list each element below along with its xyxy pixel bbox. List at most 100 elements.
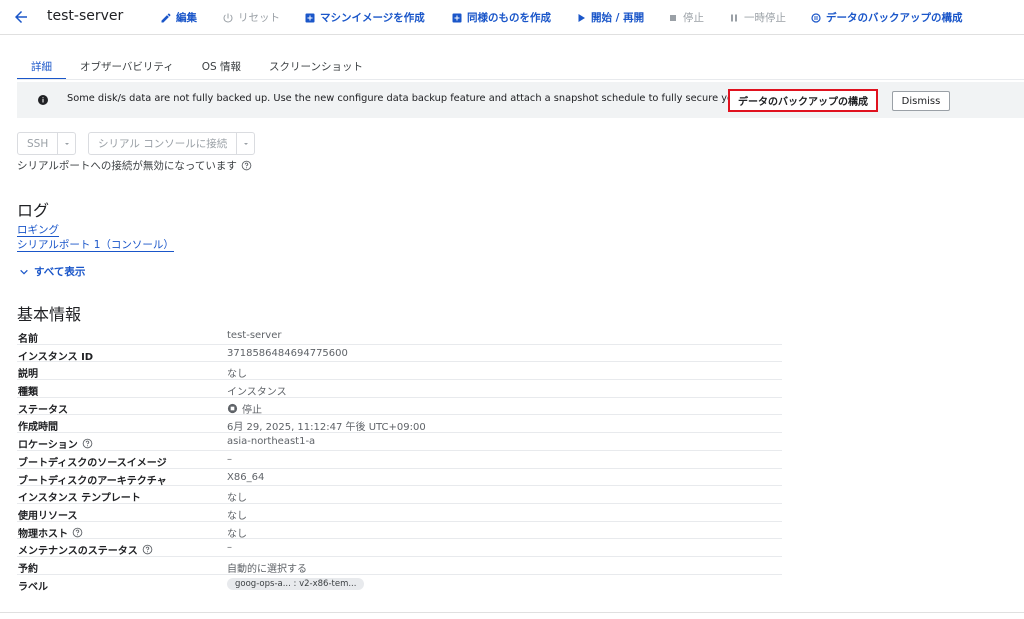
row-value: 6月 29, 2025, 11:12:47 午後 UTC+09:00: [227, 422, 426, 434]
start-resume-label: 開始 / 再開: [591, 12, 645, 24]
chevron-down-icon: [20, 269, 28, 275]
serial-port-1-link[interactable]: シリアルポート 1（コンソール）: [17, 239, 174, 252]
table-row: 作成時間 6月 29, 2025, 11:12:47 午後 UTC+09:00: [17, 415, 782, 433]
banner-message: Some disk/s data are not fully backed up…: [67, 93, 772, 104]
suspend-button[interactable]: 一時停止: [728, 10, 786, 25]
row-key: ブートディスクのアーキテクチャ: [18, 475, 167, 487]
banner-configure-backup-button[interactable]: データのバックアップの構成: [728, 89, 878, 112]
row-key: 名前: [18, 334, 38, 345]
status-text: 停止: [242, 404, 262, 416]
logging-link[interactable]: ロギング: [17, 224, 59, 237]
table-row: インスタンス ID 3718586484694775600: [17, 345, 782, 363]
row-key-with-help: 物理ホスト: [18, 525, 83, 540]
row-value: なし: [227, 493, 247, 505]
row-key: インスタンス テンプレート: [18, 493, 141, 505]
configure-backup-button[interactable]: データのバックアップの構成: [810, 10, 963, 25]
stop-button[interactable]: 停止: [667, 10, 704, 25]
power-icon: [223, 13, 233, 23]
row-value: なし: [227, 528, 247, 540]
table-row: ブートディスクのソースイメージ –: [17, 451, 782, 469]
add-box-icon: [305, 13, 315, 22]
detail-tabs: 詳細 オブザーバビリティ OS 情報 スクリーンショット: [17, 55, 377, 80]
add-box-icon: [452, 13, 462, 22]
row-value-status: 停止: [227, 401, 262, 416]
table-row: メンテナンスのステータス –: [17, 539, 782, 557]
row-value: –: [227, 542, 232, 554]
table-row: ステータス 停止: [17, 398, 782, 416]
row-key-text: ロケーション: [18, 440, 78, 452]
edit-button-label: 編集: [176, 12, 197, 24]
reset-button-label: リセット: [238, 12, 280, 24]
show-all-toggle[interactable]: すべて表示: [19, 264, 85, 279]
table-row: 名前 test-server: [17, 327, 782, 345]
table-row: 予約 自動的に選択する: [17, 557, 782, 575]
help-icon[interactable]: [241, 160, 252, 171]
row-value: なし: [227, 510, 247, 522]
serial-port-note-text: シリアルポートへの接続が無効になっています: [17, 160, 237, 172]
caret-down-icon: [64, 142, 69, 145]
show-all-label: すべて表示: [34, 266, 86, 278]
row-key: ステータス: [18, 404, 68, 416]
table-row: 物理ホスト なし: [17, 522, 782, 540]
tab-divider: [17, 79, 1024, 80]
serial-console-button-group: シリアル コンソールに接続: [88, 132, 256, 155]
backup-warning-banner: Some disk/s data are not fully backed up…: [17, 82, 1024, 118]
table-row: 説明 なし: [17, 362, 782, 380]
basic-info-table: 名前 test-server インスタンス ID 371858648469477…: [17, 327, 782, 593]
row-value: X86_64: [227, 471, 265, 483]
create-machine-image-button[interactable]: マシンイメージを作成: [304, 10, 425, 25]
help-icon[interactable]: [82, 438, 93, 449]
ssh-dropdown[interactable]: [58, 133, 75, 154]
row-value: なし: [227, 369, 247, 381]
reset-button[interactable]: リセット: [222, 10, 280, 25]
ssh-button[interactable]: SSH: [18, 133, 59, 154]
row-key: 予約: [18, 563, 38, 575]
row-key-with-help: ロケーション: [18, 436, 93, 451]
row-key: 種類: [18, 387, 38, 399]
stopped-status-icon: [227, 403, 238, 413]
logs-heading: ログ: [17, 201, 50, 220]
tab-screenshot[interactable]: スクリーンショット: [255, 55, 377, 79]
configure-backup-label: データのバックアップの構成: [826, 12, 963, 24]
table-row: 種類 インスタンス: [17, 380, 782, 398]
create-similar-label: 同様のものを作成: [467, 12, 551, 24]
create-similar-button[interactable]: 同様のものを作成: [451, 10, 551, 25]
backup-icon: [811, 12, 821, 23]
basic-info-heading: 基本情報: [17, 305, 82, 324]
tab-details[interactable]: 詳細: [17, 55, 66, 80]
table-row: 使用リソース なし: [17, 504, 782, 522]
start-resume-button[interactable]: 開始 / 再開: [575, 10, 644, 25]
tab-os-info[interactable]: OS 情報: [188, 55, 255, 79]
page-title: test-server: [47, 8, 124, 24]
row-key: インスタンス ID: [18, 351, 94, 363]
caret-down-icon: [243, 142, 248, 145]
serial-console-dropdown[interactable]: [237, 133, 254, 154]
play-icon: [578, 13, 585, 22]
row-key-text: 物理ホスト: [18, 528, 68, 540]
help-icon[interactable]: [72, 527, 83, 538]
table-row: インスタンス テンプレート なし: [17, 486, 782, 504]
top-toolbar: test-server 編集 リセット マシンイメージを作成 同様のものを作成 …: [0, 0, 1024, 35]
row-key-text: メンテナンスのステータス: [18, 546, 138, 558]
table-row: ブートディスクのアーキテクチャ X86_64: [17, 469, 782, 487]
row-key-with-help: メンテナンスのステータス: [18, 542, 153, 557]
row-key: 説明: [18, 369, 38, 381]
pause-icon: [731, 14, 737, 21]
banner-dismiss-button[interactable]: Dismiss: [892, 91, 950, 111]
pencil-icon: [161, 13, 171, 22]
label-chip[interactable]: goog-ops-a... : v2-x86-tem...: [227, 577, 365, 590]
row-key: 使用リソース: [18, 510, 78, 522]
tab-observability[interactable]: オブザーバビリティ: [66, 55, 188, 79]
back-arrow-icon[interactable]: [12, 8, 30, 26]
edit-button[interactable]: 編集: [160, 10, 197, 25]
row-key: ラベル: [18, 581, 48, 593]
suspend-button-label: 一時停止: [744, 12, 786, 24]
serial-console-button[interactable]: シリアル コンソールに接続: [89, 133, 238, 154]
row-value: test-server: [227, 330, 282, 341]
stop-icon: [670, 14, 676, 21]
help-icon[interactable]: [142, 544, 153, 555]
bottom-divider: [0, 612, 1024, 613]
table-row: ラベル goog-ops-a... : v2-x86-tem...: [17, 575, 782, 593]
row-value: asia-northeast1-a: [227, 436, 316, 448]
row-value: インスタンス: [227, 387, 287, 399]
